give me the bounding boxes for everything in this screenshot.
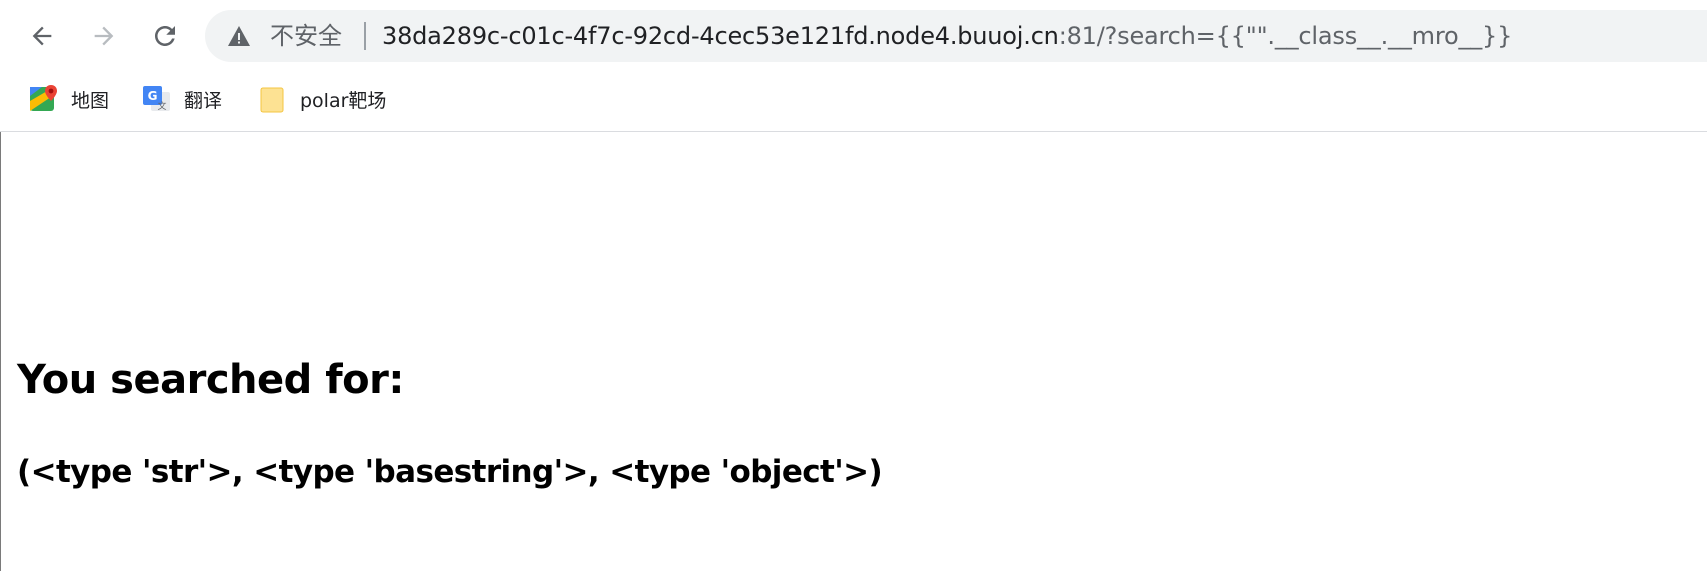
- bookmarks-bar: 地图 G 文 翻译 polar靶场: [0, 71, 1707, 132]
- reload-button[interactable]: [145, 16, 185, 56]
- bookmark-polar[interactable]: polar靶场: [258, 81, 386, 117]
- back-button[interactable]: [22, 16, 62, 56]
- translate-icon: G 文: [143, 86, 170, 112]
- reload-icon: [155, 26, 175, 46]
- separator: [364, 22, 366, 50]
- bookmark-label: polar靶场: [300, 89, 387, 112]
- svg-text:G: G: [148, 89, 158, 103]
- security-label[interactable]: 不安全: [270, 21, 342, 51]
- search-result: (<type 'str'>, <type 'basestring'>, <typ…: [17, 454, 883, 490]
- url-text[interactable]: 38da289c-c01c-4f7c-92cd-4cec53e121fd.nod…: [382, 21, 1512, 51]
- forward-button[interactable]: [84, 16, 124, 56]
- url-host: 38da289c-c01c-4f7c-92cd-4cec53e121fd.nod…: [382, 22, 1059, 50]
- page-title: You searched for:: [17, 357, 404, 403]
- warning-icon[interactable]: [227, 25, 251, 47]
- folder-icon: [260, 87, 284, 113]
- bookmark-maps[interactable]: 地图: [29, 81, 109, 117]
- browser-window: 不安全 38da289c-c01c-4f7c-92cd-4cec53e121fd…: [0, 0, 1707, 571]
- page-content: You searched for: (<type 'str'>, <type '…: [0, 132, 1707, 571]
- browser-toolbar: 不安全 38da289c-c01c-4f7c-92cd-4cec53e121fd…: [0, 0, 1707, 71]
- svg-text:文: 文: [157, 100, 166, 112]
- maps-icon: [30, 85, 57, 111]
- bookmark-translate[interactable]: G 文 翻译: [142, 81, 222, 117]
- address-bar[interactable]: 不安全 38da289c-c01c-4f7c-92cd-4cec53e121fd…: [205, 10, 1707, 62]
- bookmark-label: 地图: [71, 89, 110, 112]
- bookmark-label: 翻译: [184, 89, 223, 112]
- url-path: :81/?search={{"".__class__.__mro__}}: [1058, 22, 1513, 50]
- back-arrow-icon: [32, 26, 52, 46]
- forward-arrow-icon: [94, 26, 114, 46]
